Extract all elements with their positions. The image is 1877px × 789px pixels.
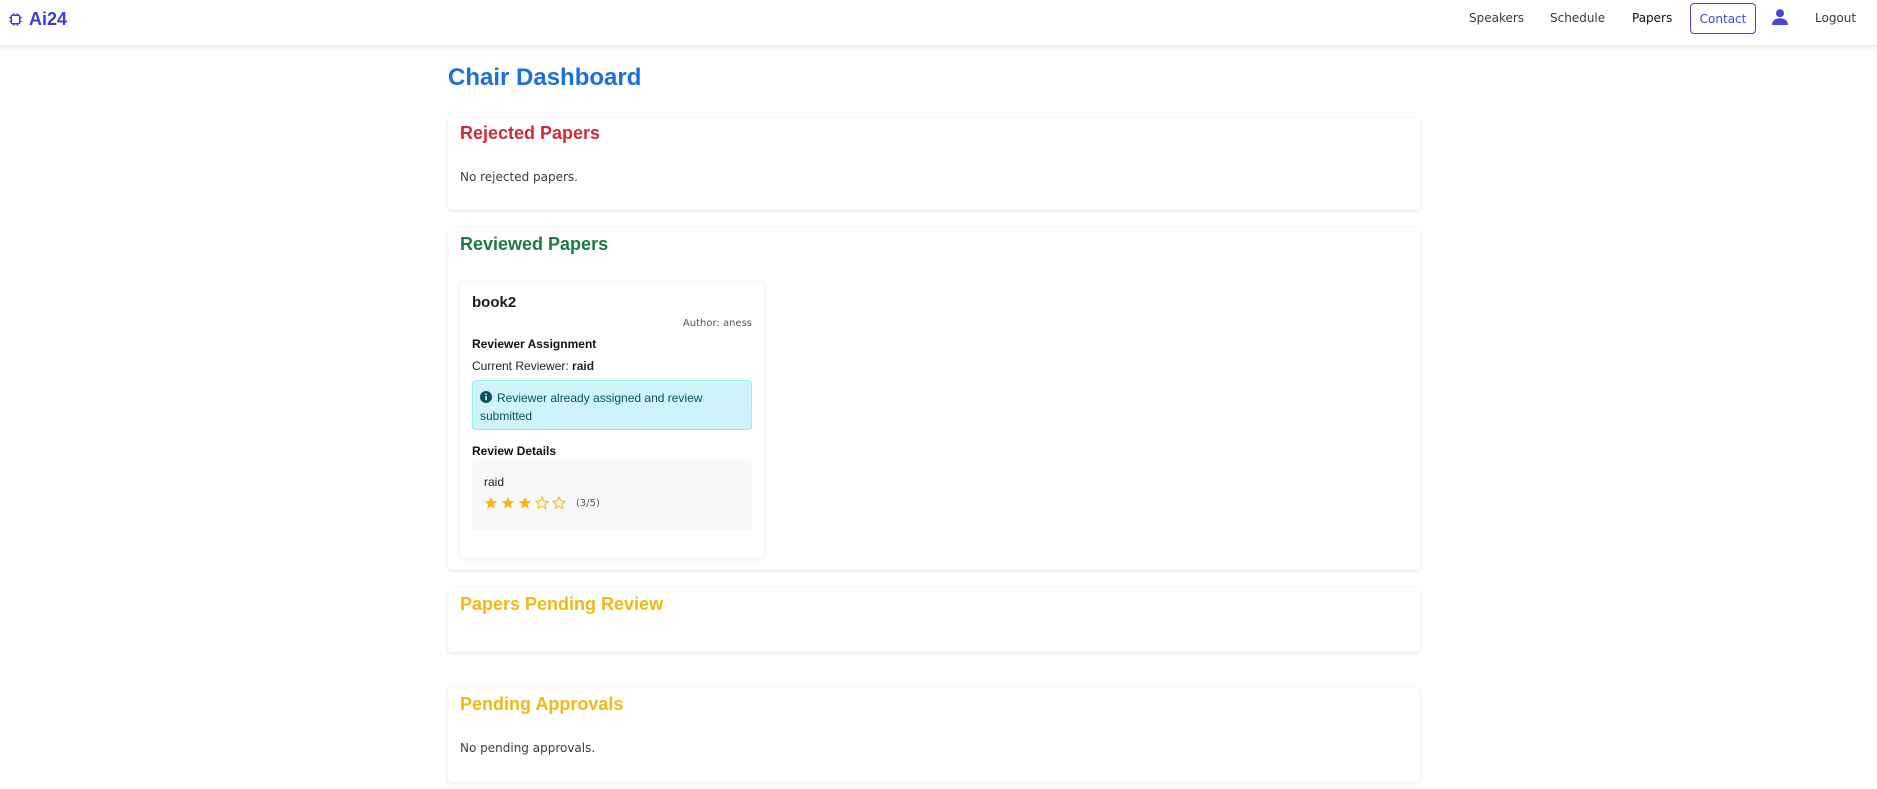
logout-link[interactable]: Logout [1815,11,1856,25]
pending-approvals-card: Pending Approvals No pending approvals. [448,688,1420,782]
reviewed-papers-heading: Reviewed Papers [460,234,609,254]
pending-review-heading: Papers Pending Review [460,594,664,614]
info-message: Reviewer already assigned and review sub… [480,391,703,423]
current-reviewer-label: Current Reviewer: [472,359,569,373]
contact-button[interactable]: Contact [1690,3,1756,34]
current-reviewer: Current Reviewer: raid [472,359,594,373]
user-icon[interactable] [1771,8,1789,26]
rating-text: (3/5) [576,497,600,509]
pending-approvals-heading: Pending Approvals [460,694,624,714]
paper-card: book2 Author: aness Reviewer Assignment … [460,282,764,558]
reviewed-papers-card: Reviewed Papers book2 Author: aness Revi… [448,228,1420,570]
star-empty-icon [552,496,566,510]
nav-link-schedule[interactable]: Schedule [1550,11,1605,25]
brand-logo[interactable]: Ai24 [8,8,67,30]
navbar: Ai24 Speakers Schedule Papers Contact Lo… [0,0,1877,46]
star-empty-icon [535,496,549,510]
info-icon [480,391,492,403]
review-reviewer-name: raid [484,475,505,489]
pending-review-card: Papers Pending Review [448,588,1420,652]
current-reviewer-name: raid [572,359,595,373]
star-rating: (3/5) [484,496,600,510]
brand-name: Ai24 [29,8,68,29]
chip-icon [9,12,22,26]
nav-link-papers[interactable]: Papers [1632,11,1672,25]
review-details-heading: Review Details [472,444,557,458]
star-filled-icon [485,497,497,509]
paper-title: book2 [472,294,517,311]
page-title: Chair Dashboard [448,64,642,91]
review-details-box: raid (3/5) [472,460,752,530]
rejected-papers-empty-text: No rejected papers. [460,170,578,184]
star-filled-icon [502,497,514,509]
reviewer-assignment-heading: Reviewer Assignment [472,337,597,351]
rejected-papers-heading: Rejected Papers [460,123,601,143]
nav-link-speakers[interactable]: Speakers [1469,11,1524,25]
rejected-papers-card: Rejected Papers No rejected papers. [448,118,1420,210]
paper-author: Author: aness [682,318,752,329]
pending-approvals-empty-text: No pending approvals. [460,741,596,755]
star-filled-icon [519,497,531,509]
info-alert: Reviewer already assigned and review sub… [472,380,752,430]
